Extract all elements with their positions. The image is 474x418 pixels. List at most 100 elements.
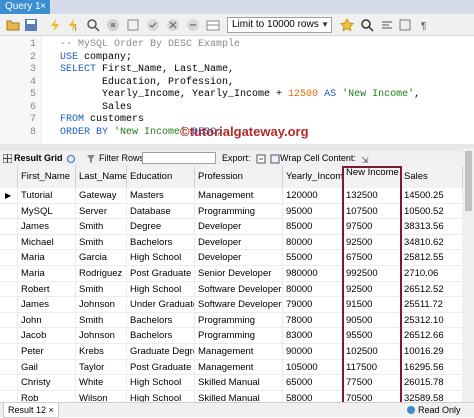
scrollbar-thumb[interactable] xyxy=(465,151,472,211)
table-cell[interactable]: Smith xyxy=(76,219,127,235)
table-row[interactable]: Robert Smith High School Software Developer… xyxy=(0,281,474,298)
table-cell[interactable]: Programming xyxy=(195,312,283,329)
stop-icon[interactable] xyxy=(106,18,120,32)
table-cell[interactable]: 25812.55 xyxy=(401,250,463,266)
table-cell[interactable]: Peter xyxy=(18,344,76,360)
table-cell[interactable]: Database xyxy=(127,203,195,220)
table-cell[interactable]: 26015.78 xyxy=(401,375,463,391)
table-cell[interactable]: 10500.52 xyxy=(401,203,463,220)
toggle-icon[interactable] xyxy=(126,18,140,32)
table-cell[interactable]: High School xyxy=(127,375,195,391)
result-grid-tab[interactable]: Result Grid xyxy=(14,151,63,166)
row-selector[interactable] xyxy=(0,297,18,313)
sql-editor[interactable]: 12345678 -- MySQL Order By DESC Example U… xyxy=(0,36,474,144)
table-cell[interactable]: Management xyxy=(195,188,283,204)
table-cell[interactable]: MySQL xyxy=(18,203,76,220)
table-cell[interactable]: 95000 xyxy=(283,203,343,220)
row-selector[interactable] xyxy=(0,203,18,220)
table-cell[interactable]: Bachelors xyxy=(127,234,195,251)
result-tab[interactable]: Result 12 × xyxy=(3,403,59,418)
table-cell[interactable]: Under Graduate xyxy=(127,297,195,313)
wrap-toggle-icon[interactable]: ⇲ xyxy=(360,154,370,164)
table-cell[interactable]: 85000 xyxy=(283,219,343,235)
table-cell[interactable]: Bachelors xyxy=(127,312,195,329)
commit-icon[interactable] xyxy=(146,18,160,32)
refresh-icon[interactable] xyxy=(66,154,76,164)
table-row[interactable]: John Smith Bachelors Programming 78000 90500 2… xyxy=(0,312,474,329)
table-cell[interactable]: 10016.29 xyxy=(401,344,463,360)
table-row[interactable]: PeterKrebsGraduate DegreeManagement90000… xyxy=(0,344,474,360)
table-cell[interactable]: Smith xyxy=(76,281,127,298)
table-row[interactable]: Christy White High School Skilled Manual 650… xyxy=(0,375,474,391)
table-cell[interactable]: 26512.66 xyxy=(401,328,463,344)
execute-icon[interactable] xyxy=(48,18,62,32)
column-header[interactable]: Sales xyxy=(401,166,463,188)
table-row[interactable]: Michael Smith Bachelors Developer 80000 92500… xyxy=(0,234,474,251)
table-cell[interactable]: Senior Developer xyxy=(195,266,283,282)
close-icon[interactable]: × xyxy=(40,0,46,14)
table-cell[interactable]: 2710.06 xyxy=(401,266,463,282)
table-row[interactable]: Gail Taylor Post Graduate Management 105000 1… xyxy=(0,359,474,376)
column-header[interactable]: Last_Name xyxy=(76,166,127,188)
row-selector[interactable]: ▶ xyxy=(0,188,18,204)
table-cell[interactable]: Krebs xyxy=(76,344,127,360)
row-selector-header[interactable] xyxy=(0,166,18,188)
rollback-icon[interactable] xyxy=(166,18,180,32)
table-cell[interactable]: White xyxy=(76,375,127,391)
explain-icon[interactable] xyxy=(86,18,100,32)
table-cell[interactable]: Gail xyxy=(18,359,76,376)
search-icon[interactable] xyxy=(360,18,374,32)
table-cell[interactable]: Maria xyxy=(18,266,76,282)
table-cell[interactable]: Software Developer xyxy=(195,281,283,298)
table-cell[interactable]: Johnson xyxy=(76,328,127,344)
save-icon[interactable] xyxy=(24,18,38,32)
table-cell[interactable]: High School xyxy=(127,281,195,298)
table-row[interactable]: Maria Rodriguez Post Graduate Senior Develo… xyxy=(0,266,474,282)
column-header[interactable]: First_Name xyxy=(18,166,76,188)
table-cell[interactable]: 80000 xyxy=(283,234,343,251)
table-cell[interactable]: Michael xyxy=(18,234,76,251)
editor-horizontal-scrollbar[interactable] xyxy=(0,144,474,151)
wrap-cell-icon[interactable] xyxy=(270,154,280,164)
table-cell[interactable]: 120000 xyxy=(283,188,343,204)
table-cell[interactable]: 105000 xyxy=(283,359,343,376)
row-selector[interactable] xyxy=(0,312,18,329)
table-cell[interactable]: Management xyxy=(195,359,283,376)
table-cell[interactable]: Taylor xyxy=(76,359,127,376)
table-cell[interactable]: Christy xyxy=(18,375,76,391)
open-file-icon[interactable] xyxy=(6,18,20,32)
table-cell[interactable]: James xyxy=(18,219,76,235)
limit-rows-select[interactable]: Limit to 10000 rows ▼ xyxy=(227,17,332,33)
table-cell[interactable]: Software Developer xyxy=(195,297,283,313)
table-cell[interactable]: Management xyxy=(195,344,283,360)
table-cell[interactable]: Developer xyxy=(195,250,283,266)
column-header[interactable]: Yearly_Income xyxy=(283,166,343,188)
table-cell[interactable]: 90000 xyxy=(283,344,343,360)
table-cell[interactable]: 980000 xyxy=(283,266,343,282)
table-cell[interactable]: Rodriguez xyxy=(76,266,127,282)
table-cell[interactable]: 25312.10 xyxy=(401,312,463,329)
table-cell[interactable]: Tutorial xyxy=(18,188,76,204)
table-cell[interactable]: Degree xyxy=(127,219,195,235)
table-cell[interactable]: 26512.52 xyxy=(401,281,463,298)
column-header[interactable]: Profession xyxy=(195,166,283,188)
table-cell[interactable]: Jacob xyxy=(18,328,76,344)
table-cell[interactable]: Developer xyxy=(195,234,283,251)
table-cell[interactable]: 83000 xyxy=(283,328,343,344)
table-cell[interactable]: 79000 xyxy=(283,297,343,313)
table-row[interactable]: James Johnson Under Graduate Software Devel… xyxy=(0,297,474,313)
table-cell[interactable]: Post Graduate xyxy=(127,266,195,282)
row-selector[interactable] xyxy=(0,359,18,376)
table-cell[interactable]: 78000 xyxy=(283,312,343,329)
table-cell[interactable]: Post Graduate xyxy=(127,359,195,376)
table-cell[interactable]: 16295.56 xyxy=(401,359,463,376)
table-cell[interactable]: Masters xyxy=(127,188,195,204)
table-cell[interactable]: Bachelors xyxy=(127,328,195,344)
table-cell[interactable]: Programming xyxy=(195,328,283,344)
table-cell[interactable]: Gateway xyxy=(76,188,127,204)
table-cell[interactable]: 38313.56 xyxy=(401,219,463,235)
row-selector[interactable] xyxy=(0,344,18,360)
row-selector[interactable] xyxy=(0,219,18,235)
table-cell[interactable]: High School xyxy=(127,250,195,266)
autocommit-icon[interactable] xyxy=(186,18,200,32)
